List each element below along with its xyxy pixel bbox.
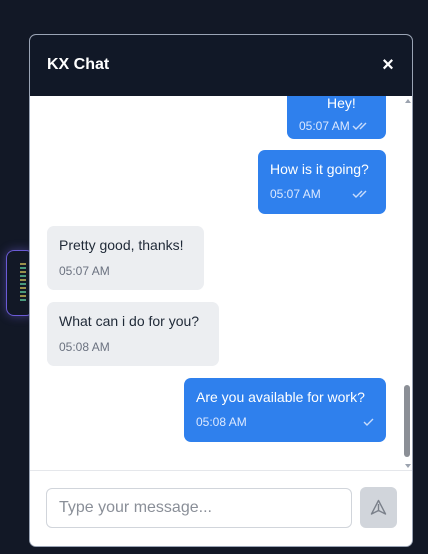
message-bubble-incoming: Pretty good, thanks! 05:07 AM [47,226,204,290]
message-text: Are you available for work? [196,389,365,405]
message-text: Hey! [327,96,356,111]
scroll-up-arrow-icon[interactable] [405,99,411,103]
check-icon [363,418,374,426]
message-text: What can i do for you? [59,313,200,329]
message-time: 05:07 AM [59,264,110,278]
message-bubble-outgoing: Are you available for work? 05:08 AM [184,378,386,442]
chat-header: KX Chat × [30,35,412,96]
double-check-icon [352,190,367,198]
message-bubble-incoming: What can i do for you? 05:08 AM [47,302,219,366]
message-bubble-outgoing: How is it going? 05:07 AM [258,150,386,214]
chat-window: KX Chat × Hey! 05:07 AM How is it going?… [29,34,413,547]
message-list[interactable]: Hey! 05:07 AM How is it going? 05:07 AM … [30,96,402,470]
send-button[interactable] [360,487,397,528]
message-time: 05:08 AM [196,415,247,429]
message-text: How is it going? [270,161,369,177]
message-composer [30,470,412,546]
send-icon [370,499,387,515]
message-time: 05:07 AM [270,187,321,201]
message-bubble-outgoing: Hey! 05:07 AM [287,96,386,139]
close-button[interactable]: × [376,51,400,79]
message-text: Pretty good, thanks! [59,237,184,253]
message-input[interactable] [46,488,352,528]
scrollbar-thumb[interactable] [404,385,410,457]
double-check-icon [352,122,367,130]
scroll-down-arrow-icon[interactable] [405,464,411,468]
message-time: 05:07 AM [299,119,350,133]
message-time: 05:08 AM [59,340,110,354]
message-list-scrollbar[interactable] [402,96,412,470]
chat-title: KX Chat [47,56,110,73]
